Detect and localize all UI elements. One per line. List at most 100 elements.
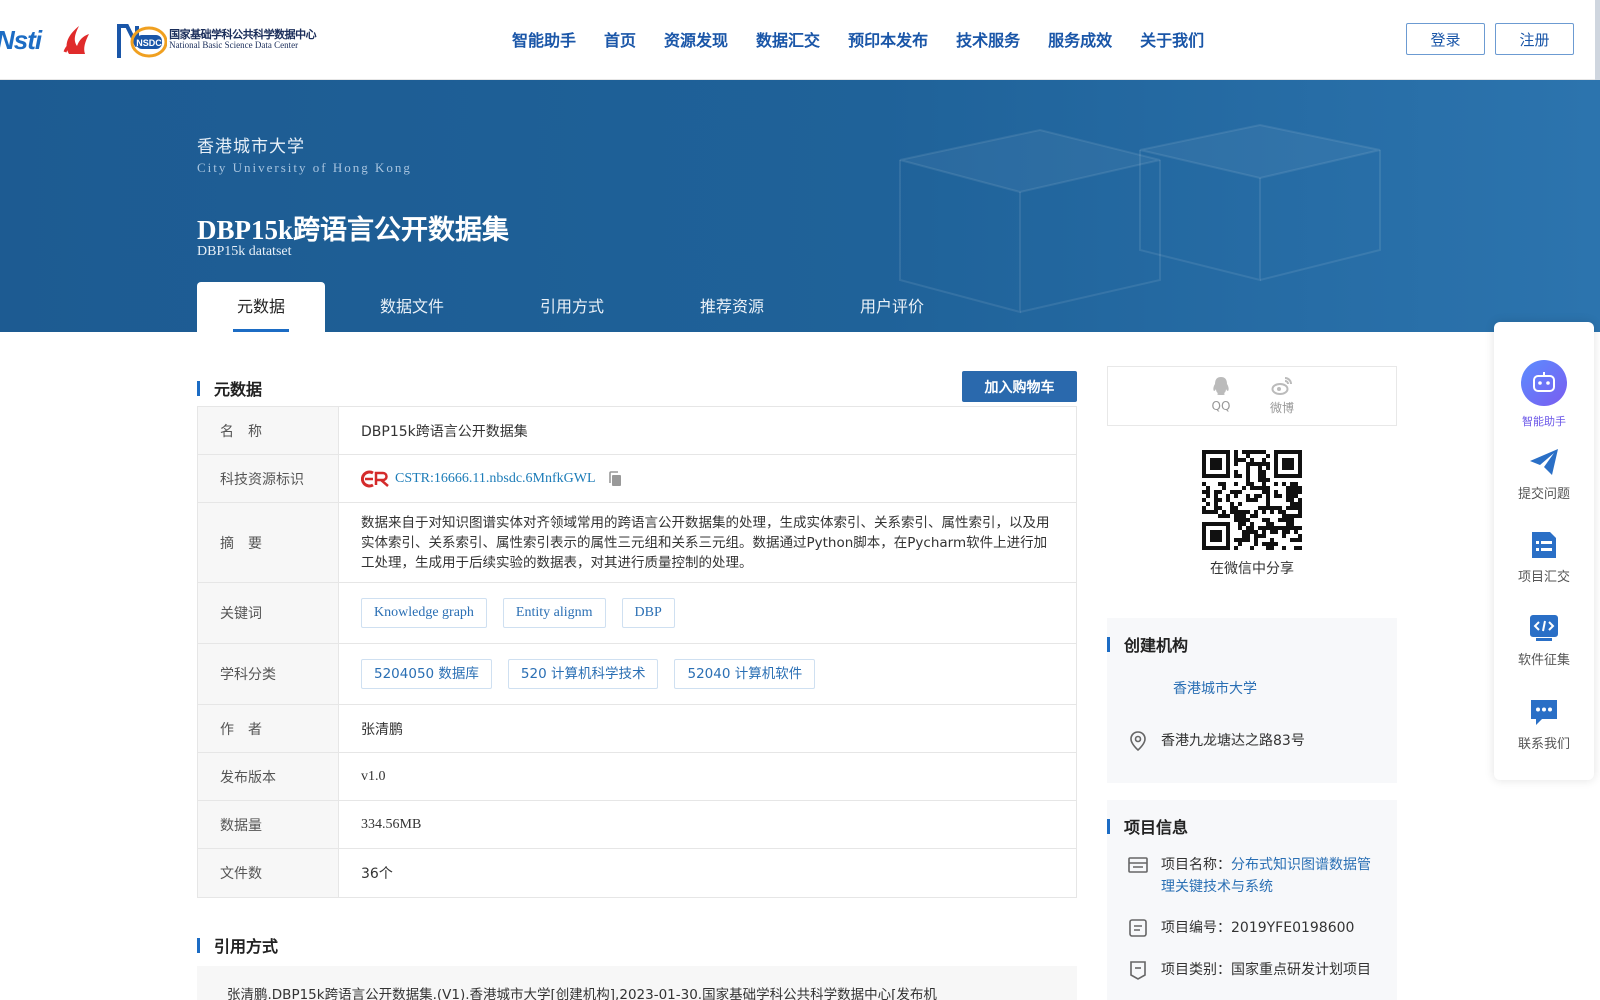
label-author: 作 者	[198, 705, 339, 752]
float-software-collection[interactable]: 软件征集	[1494, 613, 1594, 668]
tab-data-files[interactable]: 数据文件	[325, 282, 499, 332]
chat-bubble-icon	[1531, 700, 1557, 725]
float-ai-assistant[interactable]: 智能助手	[1494, 359, 1594, 429]
keyword-tag[interactable]: DBP	[621, 598, 675, 628]
creator-org-link[interactable]: 香港城市大学	[1173, 678, 1257, 700]
heading-bar	[1107, 636, 1110, 652]
creator-heading-text: 创建机构	[1124, 636, 1189, 655]
heading-bar	[1107, 818, 1110, 834]
creator-address: 香港九龙塘达之路83号	[1127, 730, 1305, 752]
project-name: 项目名称：分布式知识图谱数据管理关键技术与系统	[1127, 854, 1371, 898]
register-button[interactable]: 注册	[1495, 23, 1574, 55]
label-abstract: 摘 要	[198, 503, 339, 582]
project-heading-text: 项目信息	[1124, 818, 1189, 837]
nav-data-submission[interactable]: 数据汇交	[756, 27, 820, 51]
creator-address-text: 香港九龙塘达之路83号	[1161, 733, 1305, 749]
weibo-icon	[1271, 377, 1292, 395]
value-name: DBP15k跨语言公开数据集	[361, 423, 528, 440]
project-name-line1[interactable]: 分布式知识图谱数据管	[1231, 857, 1371, 873]
metadata-heading: 元数据	[197, 376, 262, 400]
label-files: 文件数	[198, 849, 339, 897]
cstr-text[interactable]: CSTR:16666.11.nbsdc.6MnfkGWL	[395, 471, 596, 487]
org-name-en: City University of Hong Kong	[197, 160, 412, 175]
float-ai-label: 智能助手	[1522, 415, 1566, 428]
label-keywords: 关键词	[198, 583, 339, 643]
main-nav: 智能助手 首页 资源发现 数据汇交 预印本发布 技术服务 服务成效 关于我们	[512, 27, 1232, 51]
float-submit-question[interactable]: 提交问题	[1494, 447, 1594, 502]
location-pin-icon	[1130, 731, 1146, 752]
value-keywords: Knowledge graph Entity alignm DBP	[339, 583, 1076, 643]
nav-home[interactable]: 首页	[604, 27, 636, 51]
share-weibo[interactable]: 微博	[1270, 375, 1294, 425]
cas-logo[interactable]	[59, 22, 95, 58]
login-button[interactable]: 登录	[1406, 23, 1485, 55]
project-category: 项目类别：国家重点研发计划项目	[1127, 959, 1371, 981]
subject-tag[interactable]: 5204050 数据库	[361, 659, 492, 689]
value-cstr-cell: CSTR:16666.11.nbsdc.6MnfkGWL	[339, 455, 1076, 502]
project-number: 项目编号：2019YFE0198600	[1127, 917, 1354, 939]
creator-org[interactable]: 香港城市大学	[1173, 678, 1257, 700]
project-card: 项目信息 项目名称：分布式知识图谱数据管理关键技术与系统 项目编号：2019YF…	[1107, 800, 1397, 1000]
subject-tag[interactable]: 520 计算机科学技术	[507, 659, 659, 689]
project-card-icon	[1128, 857, 1148, 873]
float-software-label: 软件征集	[1517, 653, 1570, 668]
label-name: 名 称	[198, 407, 339, 454]
share-qq[interactable]: QQ	[1210, 375, 1232, 425]
table-row: 摘 要 数据来自于对知识图谱实体对齐领域常用的跨语言公开数据集的处理，生成实体索…	[198, 503, 1076, 583]
nav-ai-assistant[interactable]: 智能助手	[512, 27, 576, 51]
floating-toolbar: 智能助手 提交问题 项目汇交 软件征集 联系我们	[1494, 322, 1594, 780]
nsti-logo[interactable]: Nsti	[0, 25, 42, 56]
tab-metadata[interactable]: 元数据	[197, 282, 325, 332]
add-to-cart-button[interactable]: 加入购物车	[962, 371, 1077, 402]
table-row: 数据量 334.56MB	[198, 801, 1076, 849]
tab-recommended[interactable]: 推荐资源	[645, 282, 819, 332]
float-project-label: 项目汇交	[1517, 570, 1570, 585]
value-subjects: 5204050 数据库 520 计算机科学技术 52040 计算机软件	[339, 644, 1076, 704]
share-panel: QQ 微博	[1107, 366, 1397, 426]
project-category-text: 项目类别：国家重点研发计划项目	[1161, 962, 1371, 978]
org-name-cn: 香港城市大学	[197, 137, 305, 157]
nsdc-badge-text: NSDC	[136, 38, 162, 48]
table-row: 科技资源标识 CSTR:16666.11.nbsdc.6MnfkGWL	[198, 455, 1076, 503]
keyword-tag[interactable]: Entity alignm	[502, 598, 606, 628]
wechat-qr-code	[1202, 450, 1302, 550]
keyword-tag[interactable]: Knowledge graph	[361, 598, 487, 628]
nav-preprint[interactable]: 预印本发布	[848, 27, 928, 51]
tab-user-reviews[interactable]: 用户评价	[819, 282, 965, 332]
list-document-icon	[1532, 532, 1556, 558]
value-abstract: 数据来自于对知识图谱实体对齐领域常用的跨语言公开数据集的处理，生成实体索引、关系…	[361, 514, 1050, 571]
cstr-link[interactable]: CSTR:16666.11.nbsdc.6MnfkGWL	[361, 470, 596, 488]
tab-citation[interactable]: 引用方式	[499, 282, 645, 332]
subject-tag[interactable]: 52040 计算机软件	[674, 659, 816, 689]
project-name-line2[interactable]: 理关键技术与系统	[1161, 879, 1273, 895]
paper-plane-icon	[1530, 449, 1558, 475]
metadata-heading-text: 元数据	[214, 380, 263, 399]
table-row: 文件数 36个	[198, 849, 1076, 897]
nav-resource-discovery[interactable]: 资源发现	[664, 27, 728, 51]
document-icon	[1129, 919, 1147, 937]
auth-buttons: 登录 注册	[1406, 23, 1574, 55]
code-window-icon	[1530, 615, 1558, 641]
metadata-table: 名 称 DBP15k跨语言公开数据集 科技资源标识 CSTR:16666.11.…	[197, 406, 1077, 898]
project-number-text: 项目编号：2019YFE0198600	[1161, 920, 1355, 936]
label-subjects: 学科分类	[198, 644, 339, 704]
float-project-submission[interactable]: 项目汇交	[1494, 530, 1594, 585]
value-files: 36个	[361, 866, 393, 882]
float-contact-us[interactable]: 联系我们	[1494, 697, 1594, 752]
dataset-subtitle: DBP15k datatset	[197, 244, 292, 259]
project-name-label: 项目名称：	[1161, 857, 1231, 873]
table-row: 学科分类 5204050 数据库 520 计算机科学技术 52040 计算机软件	[198, 644, 1076, 705]
nav-service-results[interactable]: 服务成效	[1048, 27, 1112, 51]
heading-bar	[197, 937, 200, 953]
copy-icon[interactable]	[608, 470, 622, 487]
citation-heading-text: 引用方式	[214, 937, 279, 956]
float-contact-label: 联系我们	[1517, 737, 1570, 752]
table-row: 发布版本 v1.0	[198, 753, 1076, 801]
nav-tech-service[interactable]: 技术服务	[956, 27, 1020, 51]
citation-heading: 引用方式	[197, 933, 278, 957]
value-version: v1.0	[361, 768, 386, 784]
nsdc-logo[interactable]: NSDC 国家基础学科公共科学数据中心 National Basic Scien…	[109, 20, 317, 60]
nav-about[interactable]: 关于我们	[1140, 27, 1204, 51]
table-row: 作 者 张清鹏	[198, 705, 1076, 753]
logo-group[interactable]: Nsti NSDC 国家基础学科公共科学数据中心 National Basic …	[0, 20, 317, 60]
